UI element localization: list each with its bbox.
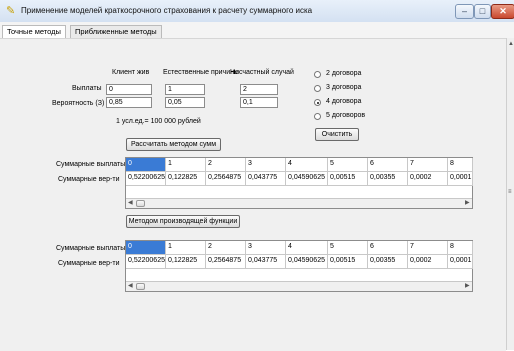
scroll-left-icon[interactable]: ◀: [128, 199, 133, 208]
table2-probs-cell[interactable]: 0,122825: [166, 255, 206, 269]
main-panel: Клиент жив Естественные причины Несчастн…: [0, 38, 506, 351]
table2-payments-cell[interactable]: 0: [126, 241, 166, 255]
table2-payments-cell[interactable]: 6: [368, 241, 408, 255]
scroll-thumb[interactable]: [136, 200, 145, 207]
radio-2-contracts-label: 2 договора: [326, 70, 362, 77]
table2-payments-cell[interactable]: 3: [246, 241, 286, 255]
tab-bar: Точные методы Приближенные методы: [0, 22, 514, 39]
tab-exact-methods[interactable]: Точные методы: [2, 25, 66, 39]
table1-payments-cell[interactable]: 2: [206, 158, 246, 172]
table1-hscroll[interactable]: ◀ ▶: [126, 198, 472, 208]
probability-label: Вероятность (З): [52, 100, 105, 107]
scroll-right-icon[interactable]: ▶: [465, 199, 470, 208]
radio-5-contracts[interactable]: [314, 113, 321, 120]
col-header-alive: Клиент жив: [112, 69, 150, 76]
payment-alive-input[interactable]: 0: [106, 84, 152, 95]
table2-payments-cell[interactable]: 4: [286, 241, 328, 255]
table2-payments-cell[interactable]: 5: [328, 241, 368, 255]
table1-payments-cell[interactable]: 7: [408, 158, 448, 172]
payment-accident-input[interactable]: 2: [240, 84, 278, 95]
scroll-left-icon[interactable]: ◀: [128, 282, 133, 291]
table1-row1-label: Суммарные выплаты: [56, 161, 126, 168]
radio-4-contracts[interactable]: [314, 99, 321, 106]
scroll-thumb[interactable]: [136, 283, 145, 290]
app-icon: ✎: [6, 5, 16, 17]
table1-probs-cell[interactable]: 0,2564875: [206, 172, 246, 186]
table2-probs-cell[interactable]: 0,00515: [328, 255, 368, 269]
table1-probs-cell[interactable]: 0,043775: [246, 172, 286, 186]
table2-probs-cell[interactable]: 0,2564875: [206, 255, 246, 269]
table1-probs-cell[interactable]: 0,52200625: [126, 172, 166, 186]
radio-4-contracts-label: 4 договора: [326, 98, 362, 105]
radio-3-contracts-label: 3 договора: [326, 84, 362, 91]
table1-probs-cell[interactable]: 0,04590625: [286, 172, 328, 186]
table1-grid[interactable]: 012345678 0,52200625 0,122825 0,2564875 0,0…: [125, 157, 473, 209]
table2-hscroll[interactable]: ◀ ▶: [126, 281, 472, 291]
minimize-button[interactable]: –: [455, 4, 474, 19]
scroll-right-icon[interactable]: ▶: [465, 282, 470, 291]
table1-payments-cell[interactable]: 1: [166, 158, 206, 172]
prob-accident-input[interactable]: 0,1: [240, 97, 278, 108]
table2-payments-cell[interactable]: 2: [206, 241, 246, 255]
tab-approx-methods[interactable]: Приближенные методы: [70, 25, 162, 39]
table1-payments-cell[interactable]: 3: [246, 158, 286, 172]
radio-2-contracts[interactable]: [314, 71, 321, 78]
window-title: Применение моделей краткосрочного страхо…: [21, 6, 313, 15]
clear-button[interactable]: Очистить: [315, 128, 359, 141]
table1-probs-cell[interactable]: 0,122825: [166, 172, 206, 186]
close-button[interactable]: ✕: [491, 4, 514, 19]
table2-probs-cell[interactable]: 0,00355: [368, 255, 408, 269]
table1-row2-label: Суммарные вер-ти: [58, 176, 120, 183]
col-header-accident: Несчастный случай: [230, 69, 294, 76]
table1-payments-cell[interactable]: 4: [286, 158, 328, 172]
table1-payments-cell[interactable]: 8: [448, 158, 473, 172]
table2-row2-label: Суммарные вер-ти: [58, 260, 120, 267]
table2-probs-cell[interactable]: 0,52200625: [126, 255, 166, 269]
table2-probs-cell[interactable]: 0,04590625: [286, 255, 328, 269]
generating-function-button[interactable]: Методом производящей функции: [126, 215, 240, 228]
calc-sum-button[interactable]: Рассчитать методом сумм: [126, 138, 221, 151]
table2-probs-cell[interactable]: 0,0002: [408, 255, 448, 269]
scroll-grip-icon[interactable]: ≡: [508, 188, 512, 197]
table1-probs-cell[interactable]: 0,0002: [408, 172, 448, 186]
table1-probs-cell[interactable]: 0,00515: [328, 172, 368, 186]
unit-note: 1 усл.ед.= 100 000 рублей: [116, 118, 201, 125]
table1-probs-cell[interactable]: 0,00355: [368, 172, 408, 186]
title-bar: ✎ Применение моделей краткосрочного стра…: [0, 0, 514, 23]
table2-payments-cell[interactable]: 7: [408, 241, 448, 255]
table2-grid[interactable]: 012345678 0,52200625 0,122825 0,2564875 0,0…: [125, 240, 473, 292]
radio-3-contracts[interactable]: [314, 85, 321, 92]
table1-payments-cell[interactable]: 5: [328, 158, 368, 172]
table1-payments-cell[interactable]: 0: [126, 158, 166, 172]
prob-alive-input[interactable]: 0,85: [106, 97, 152, 108]
table1-probs-cell[interactable]: 0,0001: [448, 172, 473, 186]
table2-payments-cell[interactable]: 8: [448, 241, 473, 255]
table2-row1-label: Суммарные выплаты: [56, 245, 126, 252]
table2-probs-cell[interactable]: 0,043775: [246, 255, 286, 269]
scroll-up-icon[interactable]: ▲: [508, 40, 514, 49]
radio-5-contracts-label: 5 договоров: [326, 112, 366, 119]
table2-probs-cell[interactable]: 0,0001: [448, 255, 473, 269]
table1-payments-cell[interactable]: 6: [368, 158, 408, 172]
payment-natural-input[interactable]: 1: [165, 84, 205, 95]
col-header-natural: Естественные причины: [163, 69, 239, 76]
prob-natural-input[interactable]: 0,05: [165, 97, 205, 108]
maximize-button[interactable]: □: [474, 4, 491, 19]
payments-label: Выплаты: [72, 85, 102, 92]
window-vscroll[interactable]: ▲ ≡: [506, 38, 514, 350]
table2-payments-cell[interactable]: 1: [166, 241, 206, 255]
